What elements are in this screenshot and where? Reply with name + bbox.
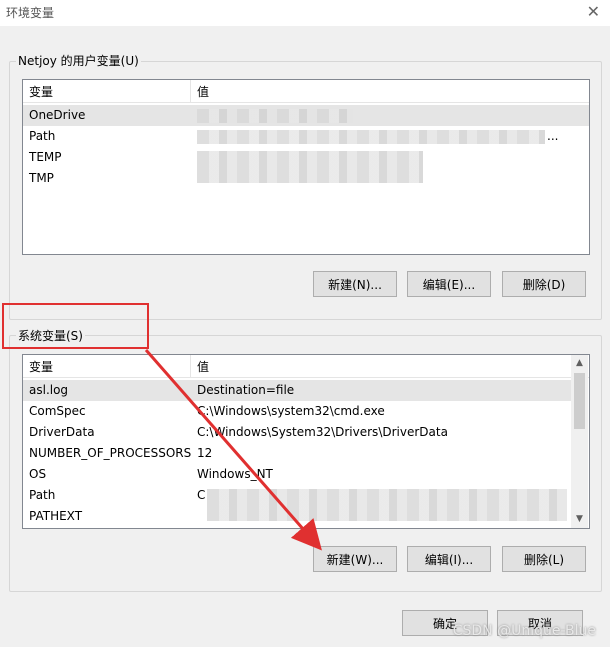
annotation-arrow [144, 349, 322, 551]
watermark: CSDN @Unique-Blue [452, 623, 596, 639]
